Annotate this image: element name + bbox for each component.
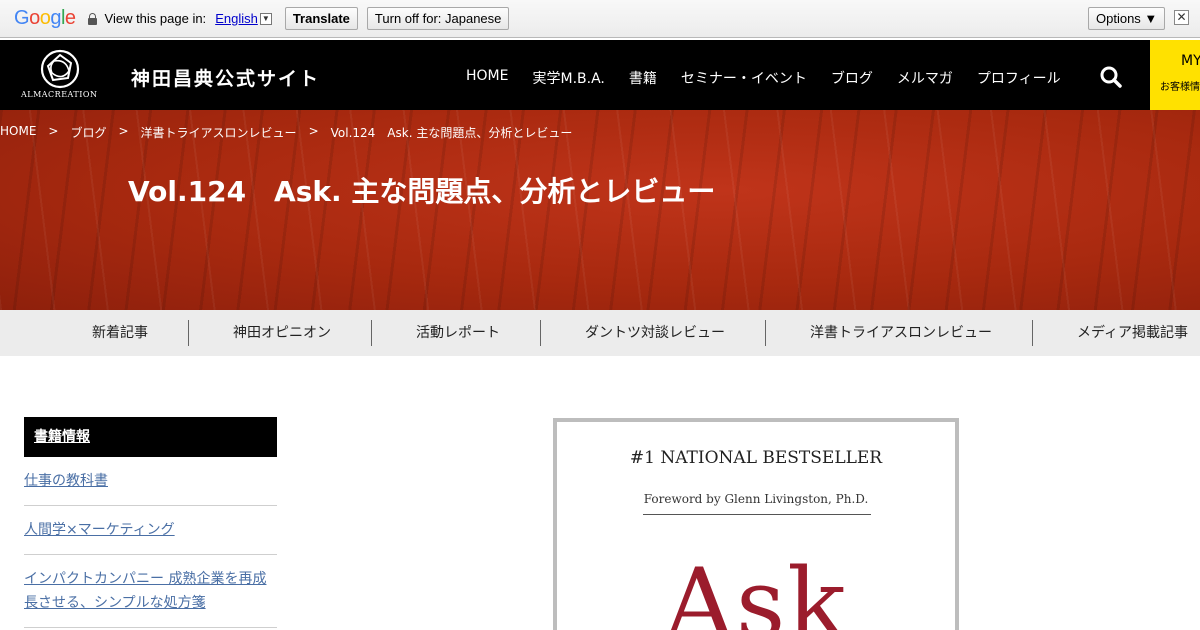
hero-banner: HOME > ブログ > 洋書トライアスロンレビュー > Vol.124 Ask… xyxy=(0,110,1200,310)
logo-text: ALMACREATION xyxy=(21,90,98,99)
nav-mba[interactable]: 実学M.B.A. xyxy=(532,68,604,88)
category-divider xyxy=(765,320,766,346)
nav-blog[interactable]: ブログ xyxy=(831,68,873,88)
options-button[interactable]: Options ▼ xyxy=(1088,7,1166,30)
breadcrumb-separator: > xyxy=(308,124,319,138)
site-title[interactable]: 神田昌典公式サイト xyxy=(131,64,320,91)
page-title: Vol.124 Ask. 主な問題点、分析とレビュー xyxy=(128,175,716,208)
breadcrumb-category[interactable]: 洋書トライアスロンレビュー xyxy=(141,124,297,141)
breadcrumb-separator: > xyxy=(48,124,59,138)
logo-letter: G xyxy=(14,7,30,29)
book-bestseller-line: #1 NATIONAL BESTSELLER xyxy=(629,448,883,468)
nav-home[interactable]: HOME xyxy=(466,68,508,88)
breadcrumb: HOME > ブログ > 洋書トライアスロンレビュー > Vol.124 Ask… xyxy=(0,124,572,141)
search-icon[interactable] xyxy=(1099,65,1123,89)
almacreation-logo-icon[interactable] xyxy=(40,49,80,89)
sidebar-item-human-marketing[interactable]: 人間学×マーケティング xyxy=(24,506,277,555)
book-foreword-line: Foreword by Glenn Livingston, Ph.D. xyxy=(643,492,869,506)
category-book-triathlon[interactable]: 洋書トライアスロンレビュー xyxy=(810,310,992,356)
nav-profile[interactable]: プロフィール xyxy=(977,68,1061,88)
language-dropdown-icon[interactable]: ▼ xyxy=(259,12,272,25)
main-nav: HOME 実学M.B.A. 書籍 セミナー・イベント ブログ メルマガ プロフィ… xyxy=(466,68,1085,88)
language-select[interactable]: English xyxy=(215,11,258,26)
category-divider xyxy=(371,320,372,346)
logo-letter: o xyxy=(29,7,40,29)
breadcrumb-separator: > xyxy=(118,124,129,138)
mypage-sublabel: お客様情報 xyxy=(1160,82,1200,93)
site-header: ALMACREATION 神田昌典公式サイト HOME 実学M.B.A. 書籍 … xyxy=(0,40,1200,110)
nav-books[interactable]: 書籍 xyxy=(629,68,657,88)
category-nav: 新着記事 神田オピニオン 活動レポート ダントツ対談レビュー 洋書トライアスロン… xyxy=(0,310,1200,356)
sidebar-item-work-textbook[interactable]: 仕事の教科書 xyxy=(24,457,277,506)
google-logo: Google xyxy=(14,7,76,30)
logo-letter: o xyxy=(39,7,51,29)
category-divider xyxy=(188,320,189,346)
category-activity-report[interactable]: 活動レポート xyxy=(416,310,500,356)
lock-icon xyxy=(87,12,97,25)
category-new-articles[interactable]: 新着記事 xyxy=(92,310,148,356)
category-kanda-opinion[interactable]: 神田オピニオン xyxy=(233,310,331,356)
nav-newsletter[interactable]: メルマガ xyxy=(897,68,953,88)
view-page-label: View this page in: xyxy=(104,11,207,26)
mypage-label: MY xyxy=(1181,53,1200,69)
category-divider xyxy=(1032,320,1033,346)
category-dialogue-review[interactable]: ダントツ対談レビュー xyxy=(585,310,725,356)
category-divider xyxy=(540,320,541,346)
translate-bar: Google View this page in: English ▼ Tran… xyxy=(0,0,1200,38)
mypage-button[interactable]: MY お客様情報 xyxy=(1150,40,1200,110)
breadcrumb-blog[interactable]: ブログ xyxy=(70,124,106,141)
logo-letter: g xyxy=(50,7,61,29)
logo-letter: e xyxy=(64,7,76,29)
book-divider xyxy=(643,514,871,515)
nav-seminars[interactable]: セミナー・イベント xyxy=(681,68,807,88)
sidebar: 書籍情報 仕事の教科書 人間学×マーケティング インパクトカンパニー 成熟企業を… xyxy=(24,417,277,628)
close-icon[interactable]: ✕ xyxy=(1174,10,1189,25)
breadcrumb-home[interactable]: HOME xyxy=(0,124,36,141)
category-media[interactable]: メディア掲載記事 xyxy=(1077,310,1188,356)
turn-off-translation-button[interactable]: Turn off for: Japanese xyxy=(366,7,510,30)
book-cover-image: #1 NATIONAL BESTSELLER Foreword by Glenn… xyxy=(553,418,959,630)
breadcrumb-current: Vol.124 Ask. 主な問題点、分析とレビュー xyxy=(330,126,573,140)
sidebar-item-impact-company[interactable]: インパクトカンパニー 成熟企業を再成長させる、シンプルな処方箋 xyxy=(24,555,277,628)
sidebar-heading[interactable]: 書籍情報 xyxy=(24,417,277,457)
translate-button[interactable]: Translate xyxy=(284,7,358,30)
book-title: Ask xyxy=(664,548,848,630)
